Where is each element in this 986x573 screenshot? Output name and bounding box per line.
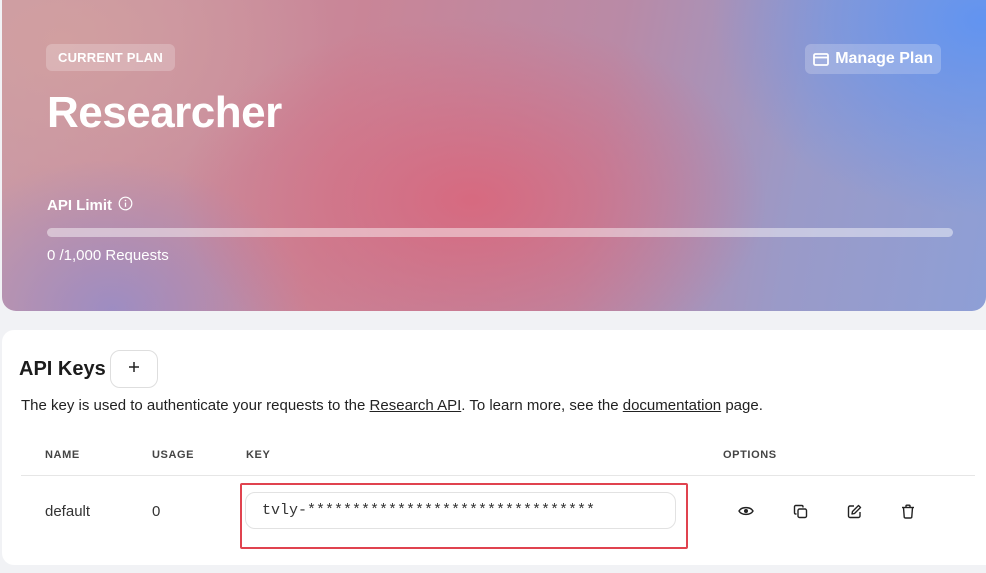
api-limit-label: API Limit: [47, 196, 133, 215]
documentation-link[interactable]: documentation: [623, 397, 721, 414]
description-suffix: page.: [721, 397, 763, 414]
info-icon[interactable]: [118, 196, 133, 215]
trash-icon[interactable]: [897, 500, 919, 522]
api-limit-progress-bar: [47, 228, 953, 237]
card-icon: [813, 52, 830, 66]
api-keys-title: API Keys: [19, 358, 106, 380]
requests-count: 0 /1,000 Requests: [47, 247, 169, 264]
plus-icon: [128, 360, 140, 378]
copy-icon[interactable]: [789, 500, 811, 522]
column-header-key: KEY: [246, 449, 271, 461]
api-key-field[interactable]: tvly-********************************: [245, 492, 676, 529]
column-header-options: OPTIONS: [723, 449, 777, 461]
edit-icon[interactable]: [843, 500, 865, 522]
eye-icon[interactable]: [735, 500, 757, 522]
key-usage-cell: 0: [152, 503, 161, 520]
research-api-link[interactable]: Research API: [370, 397, 462, 414]
key-name-cell: default: [45, 503, 91, 520]
description-middle: . To learn more, see the: [461, 397, 623, 414]
column-header-name: NAME: [45, 449, 80, 461]
manage-plan-label: Manage Plan: [835, 50, 933, 67]
add-api-key-button[interactable]: [110, 350, 158, 388]
current-plan-badge: CURRENT PLAN: [46, 44, 175, 71]
api-keys-description: The key is used to authenticate your req…: [21, 397, 763, 414]
current-plan-card: CURRENT PLAN Manage Plan Researcher API …: [2, 0, 986, 311]
manage-plan-button[interactable]: Manage Plan: [805, 44, 941, 74]
plan-name: Researcher: [47, 88, 282, 137]
column-header-usage: USAGE: [152, 449, 195, 461]
api-limit-text: API Limit: [47, 197, 113, 214]
description-prefix: The key is used to authenticate your req…: [21, 397, 370, 414]
